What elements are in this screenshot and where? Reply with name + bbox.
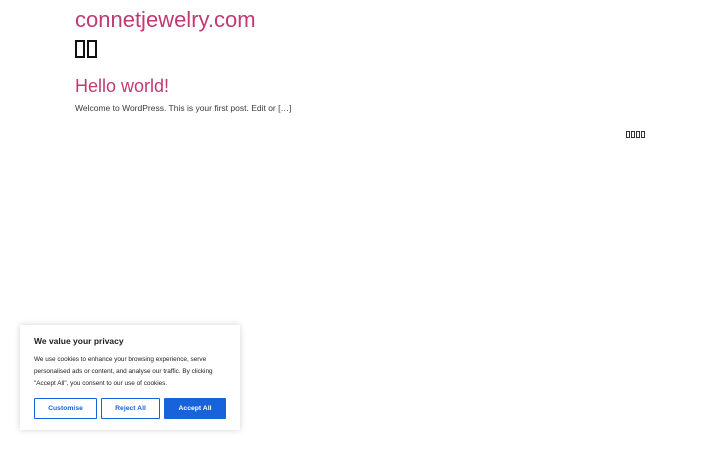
accept-all-button[interactable]: Accept All xyxy=(164,398,226,419)
cookie-banner-description: We use cookies to enhance your browsing … xyxy=(34,356,213,387)
pagination-next-link[interactable] xyxy=(626,131,645,138)
missing-glyph-icon xyxy=(87,40,97,58)
page: connetjewelry.com Hello world! Welcome t… xyxy=(0,0,720,450)
page-heading-missing-glyphs xyxy=(75,40,97,58)
post-title-link[interactable]: Hello world! xyxy=(75,74,169,98)
missing-glyph-icon xyxy=(641,131,645,138)
cookie-banner-title: We value your privacy xyxy=(34,336,124,346)
missing-glyph-icon xyxy=(636,131,640,138)
site-title-link[interactable]: connetjewelry.com xyxy=(75,6,256,34)
cookie-consent-banner: We value your privacy We use cookies to … xyxy=(20,325,240,430)
missing-glyph-icon xyxy=(631,131,635,138)
customise-button[interactable]: Customise xyxy=(34,398,97,419)
post-excerpt: Welcome to WordPress. This is your first… xyxy=(75,103,292,113)
missing-glyph-icon xyxy=(626,131,630,138)
reject-all-button[interactable]: Reject All xyxy=(101,398,160,419)
missing-glyph-icon xyxy=(75,40,85,58)
